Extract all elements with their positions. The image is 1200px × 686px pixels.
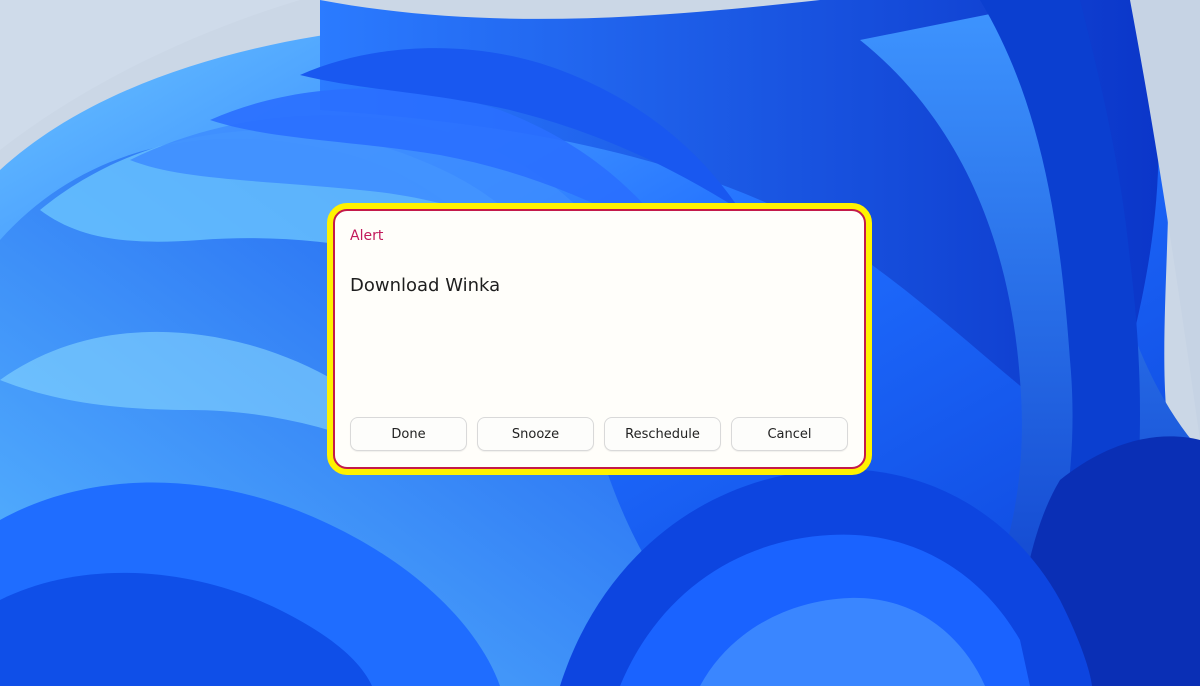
done-button[interactable]: Done: [350, 417, 467, 451]
snooze-button[interactable]: Snooze: [477, 417, 594, 451]
desktop: Alert Download Winka Done Snooze Resched…: [0, 0, 1200, 686]
dialog-button-row: Done Snooze Reschedule Cancel: [350, 417, 848, 451]
alert-dialog: Alert Download Winka Done Snooze Resched…: [333, 209, 866, 469]
reschedule-button[interactable]: Reschedule: [604, 417, 721, 451]
dialog-message: Download Winka: [350, 275, 501, 296]
cancel-button[interactable]: Cancel: [731, 417, 848, 451]
dialog-title: Alert: [350, 228, 384, 244]
alert-dialog-highlight: Alert Download Winka Done Snooze Resched…: [327, 203, 872, 475]
